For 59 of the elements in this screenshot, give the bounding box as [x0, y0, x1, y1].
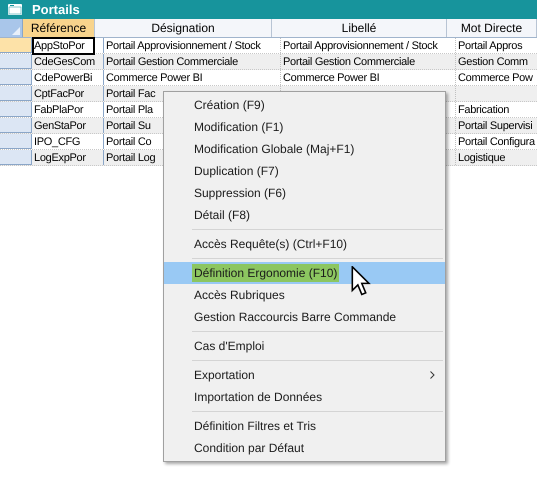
row-header[interactable]: [0, 134, 32, 149]
menu-item[interactable]: Modification (F1): [164, 116, 445, 138]
table-cell: Portail Su: [106, 118, 151, 132]
window-icon: [8, 4, 22, 15]
table-cell: Gestion Comm: [458, 54, 528, 68]
table-cell: AppStoPor: [34, 38, 93, 52]
menu-item[interactable]: Suppression (F6): [164, 182, 445, 204]
table-cell: Portail Fac: [106, 86, 156, 100]
menu-item[interactable]: Accès Rubriques: [164, 284, 445, 306]
menu-item[interactable]: Duplication (F7): [164, 160, 445, 182]
row-header[interactable]: [0, 150, 32, 165]
row-header[interactable]: [0, 102, 32, 117]
table-cell: CdeGesCom: [34, 54, 95, 68]
column-header[interactable]: Mot Directe: [447, 19, 537, 37]
table-cell: Portail Appros: [458, 38, 522, 52]
menu-item[interactable]: Importation de Données: [164, 386, 445, 408]
menu-item[interactable]: Gestion Raccourcis Barre Commande: [164, 306, 445, 328]
table-cell: GenStaPor: [34, 118, 86, 132]
chevron-right-icon: [430, 371, 435, 379]
menu-item[interactable]: Création (F9): [164, 94, 445, 116]
table-cell: CptFacPor: [34, 86, 84, 100]
table-cell: Commerce Pow: [458, 70, 533, 84]
table-cell: Portail Approvisionnement / Stock: [106, 38, 261, 52]
row-header[interactable]: [0, 70, 32, 85]
menu-item[interactable]: Condition par Défaut: [164, 437, 445, 459]
menu-item[interactable]: Définition Filtres et Tris: [164, 415, 445, 437]
column-header[interactable]: Désignation: [95, 19, 272, 37]
table-cell: LogExpPor: [34, 150, 86, 164]
window-title: Portails: [32, 0, 80, 19]
row-header[interactable]: [0, 38, 32, 53]
table-cell: Portail Gestion Commerciale: [283, 54, 415, 68]
table-cell: Portail Configura: [458, 134, 535, 148]
table-cell: Logistique: [458, 150, 506, 164]
menu-item[interactable]: Cas d'Emploi: [164, 335, 445, 357]
table-cell: FabPlaPor: [34, 102, 84, 116]
menu-item[interactable]: Définition Ergonomie (F10): [164, 262, 445, 284]
table-cell: Portail Pla: [106, 102, 153, 116]
menu-item[interactable]: Exportation: [164, 364, 445, 386]
row-header[interactable]: [0, 118, 32, 133]
table-cell: Portail Co: [106, 134, 152, 148]
mouse-pointer-icon: [351, 266, 371, 296]
select-all-icon: [12, 27, 20, 35]
table-cell: Commerce Power BI: [283, 70, 380, 84]
table-cell: Commerce Power BI: [106, 70, 202, 84]
column-header[interactable]: Libellé: [272, 19, 447, 37]
menu-item[interactable]: Accès Requête(s) (Ctrl+F10): [164, 233, 445, 255]
menu-item[interactable]: Détail (F8): [164, 204, 445, 226]
table-cell: Portail Approvisionnement / Stock: [283, 38, 438, 52]
table-cell: CdePowerBi: [34, 70, 92, 84]
table-cell: IPO_CFG: [34, 134, 80, 148]
menu-item[interactable]: Modification Globale (Maj+F1): [164, 138, 445, 160]
table-cell: Fabrication: [458, 102, 510, 116]
row-header[interactable]: [0, 86, 32, 101]
table-cell: Portail Log: [106, 150, 156, 164]
column-header[interactable]: Référence: [23, 19, 95, 37]
corner-header[interactable]: [0, 19, 23, 37]
table-cell: Portail Supervisi: [458, 118, 532, 132]
row-header[interactable]: [0, 54, 32, 69]
table-cell: Portail Gestion Commerciale: [106, 54, 238, 68]
